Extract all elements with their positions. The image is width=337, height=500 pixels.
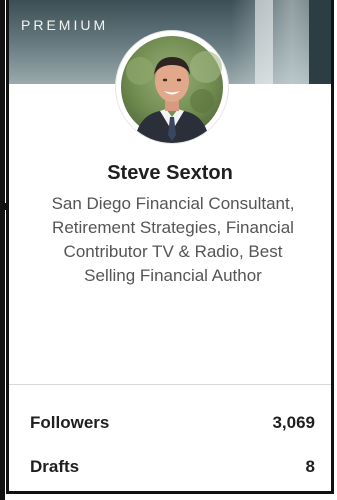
- drafts-label: Drafts: [30, 457, 80, 476]
- drafts-row[interactable]: Drafts 8: [9, 457, 331, 487]
- followers-count: 3,069: [272, 413, 315, 432]
- followers-label: Followers: [30, 413, 110, 432]
- premium-badge: PREMIUM: [21, 17, 109, 33]
- drafts-count: 8: [305, 457, 315, 476]
- avatar[interactable]: [116, 31, 228, 143]
- profile-card: PREMIUM Steve Sexton San Diego Financial…: [6, 0, 334, 494]
- profile-headline: San Diego Financial Consultant, Retireme…: [51, 194, 295, 285]
- profile-photo-icon: [121, 36, 223, 143]
- divider: [9, 384, 331, 385]
- profile-name[interactable]: Steve Sexton: [9, 162, 331, 185]
- left-edge: [0, 0, 5, 500]
- followers-row[interactable]: Followers 3,069: [9, 413, 331, 443]
